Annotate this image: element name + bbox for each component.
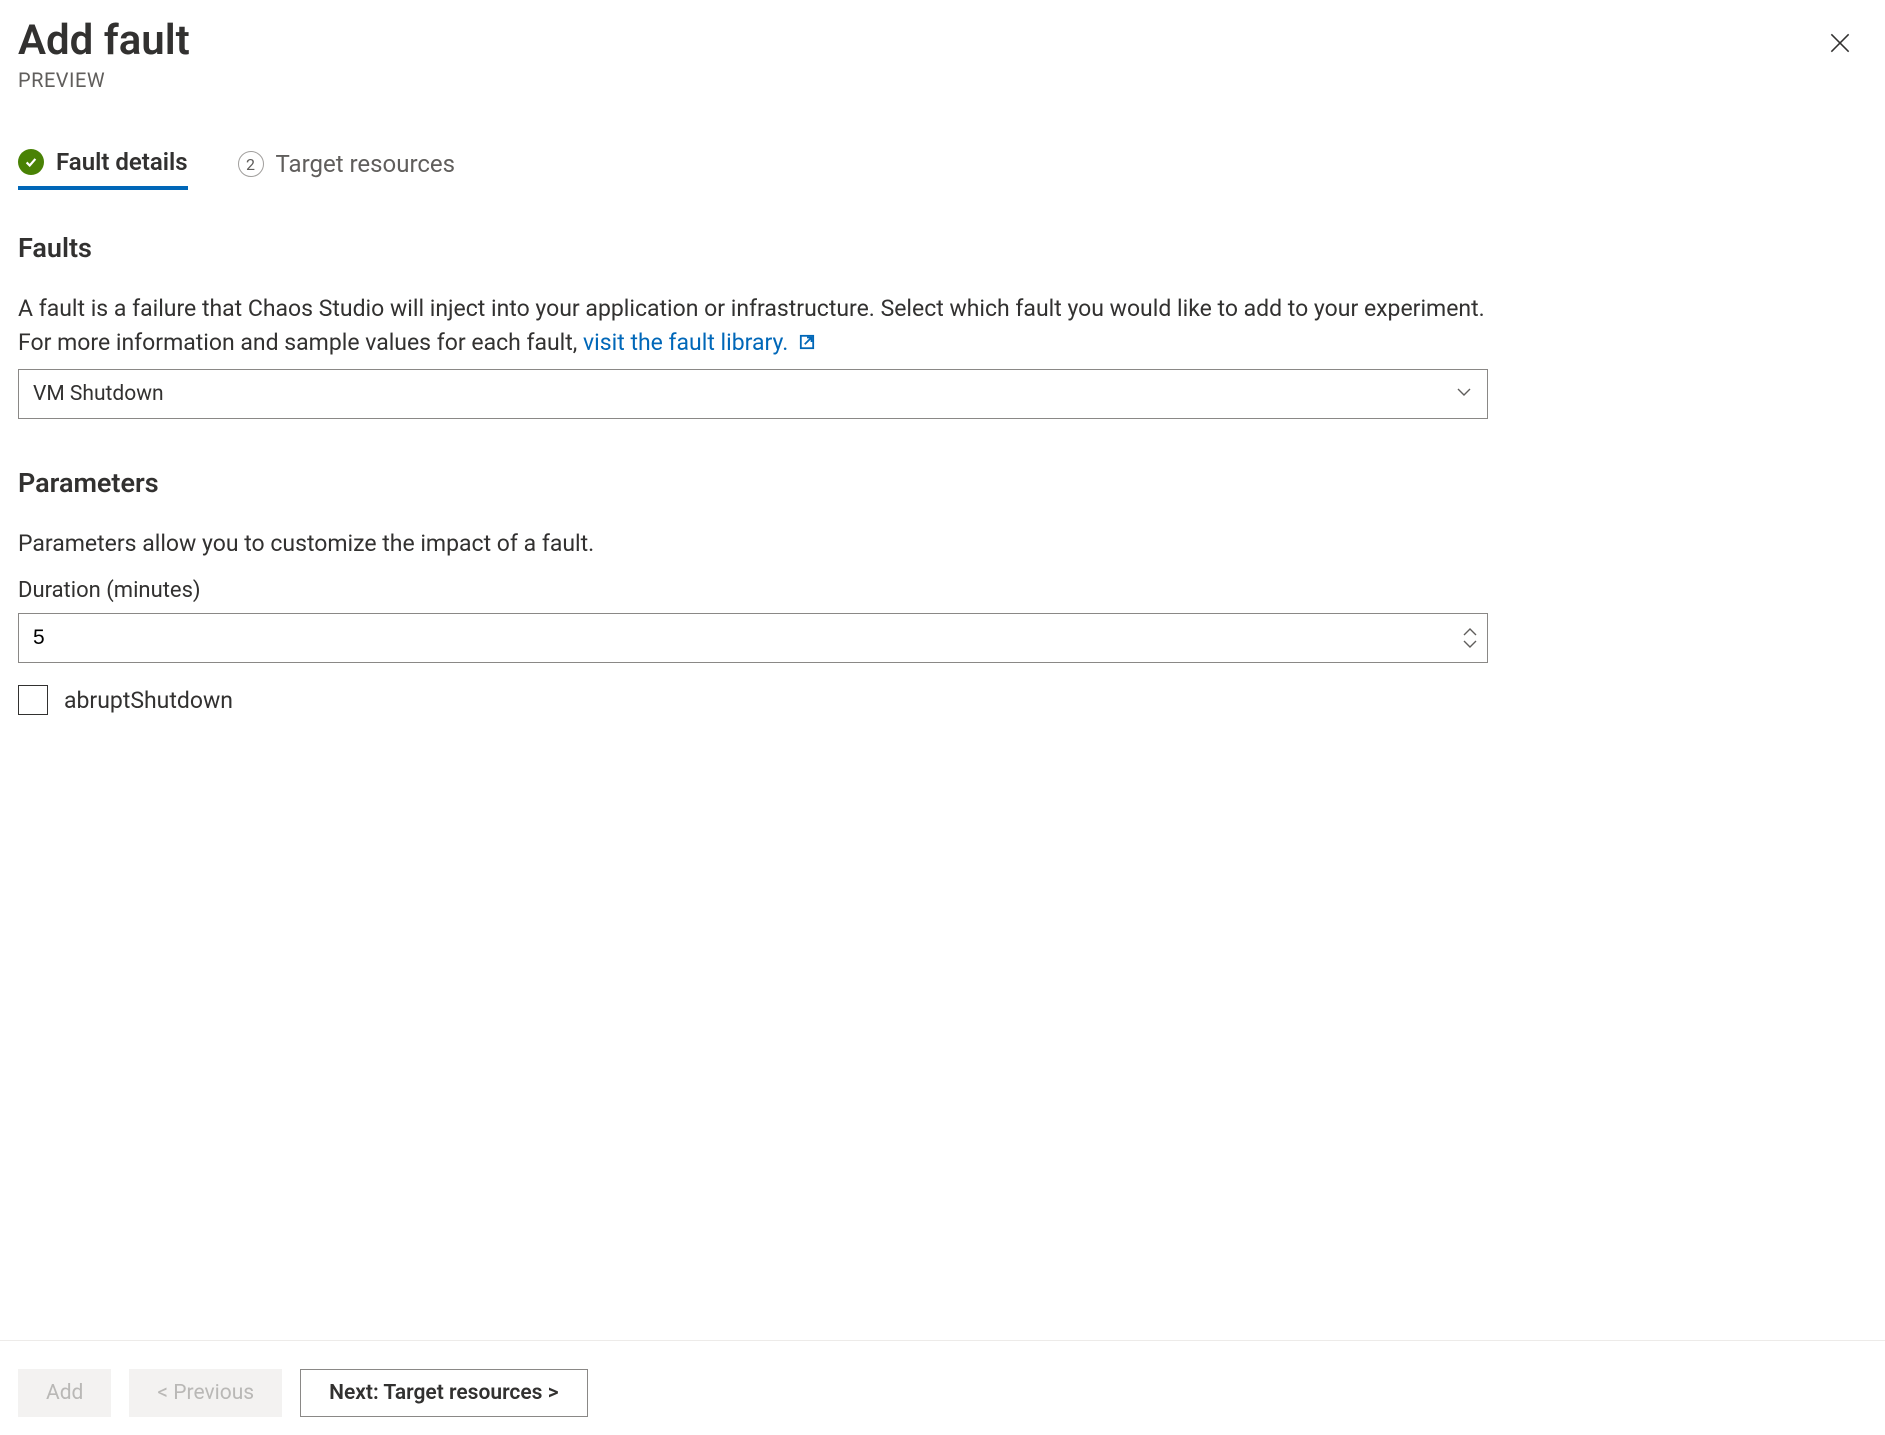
parameters-heading: Parameters xyxy=(18,467,1488,499)
abrupt-shutdown-label: abruptShutdown xyxy=(64,687,233,714)
tab-label: Fault details xyxy=(56,148,188,176)
fault-select-value: VM Shutdown xyxy=(33,382,164,406)
external-link-icon xyxy=(794,329,816,356)
fault-select[interactable]: VM Shutdown xyxy=(18,369,1488,419)
add-button: Add xyxy=(18,1369,111,1417)
close-icon xyxy=(1827,44,1853,59)
parameters-description: Parameters allow you to customize the im… xyxy=(18,527,1488,560)
page-subtitle: PREVIEW xyxy=(18,68,190,92)
tab-label: Target resources xyxy=(276,150,456,178)
duration-increment[interactable] xyxy=(1462,627,1478,637)
close-button[interactable] xyxy=(1821,24,1859,65)
duration-label: Duration (minutes) xyxy=(18,578,1488,603)
faults-heading: Faults xyxy=(18,232,1488,264)
page-title: Add fault xyxy=(18,18,190,64)
previous-button: < Previous xyxy=(129,1369,282,1417)
next-button[interactable]: Next: Target resources > xyxy=(300,1369,587,1417)
chevron-down-icon xyxy=(1462,637,1478,652)
tab-target-resources[interactable]: 2 Target resources xyxy=(238,148,456,190)
faults-description: A fault is a failure that Chaos Studio w… xyxy=(18,292,1488,359)
tab-fault-details[interactable]: Fault details xyxy=(18,148,188,190)
step-number-badge: 2 xyxy=(238,151,264,177)
duration-input[interactable] xyxy=(18,613,1488,663)
abrupt-shutdown-checkbox[interactable] xyxy=(18,685,48,715)
wizard-footer: Add < Previous Next: Target resources > xyxy=(0,1340,1885,1435)
check-icon xyxy=(18,149,44,175)
panel-header: Add fault PREVIEW xyxy=(18,18,1867,92)
wizard-tabs: Fault details 2 Target resources xyxy=(18,148,1867,190)
fault-library-link[interactable]: visit the fault library. xyxy=(583,329,816,356)
duration-decrement[interactable] xyxy=(1462,639,1478,649)
